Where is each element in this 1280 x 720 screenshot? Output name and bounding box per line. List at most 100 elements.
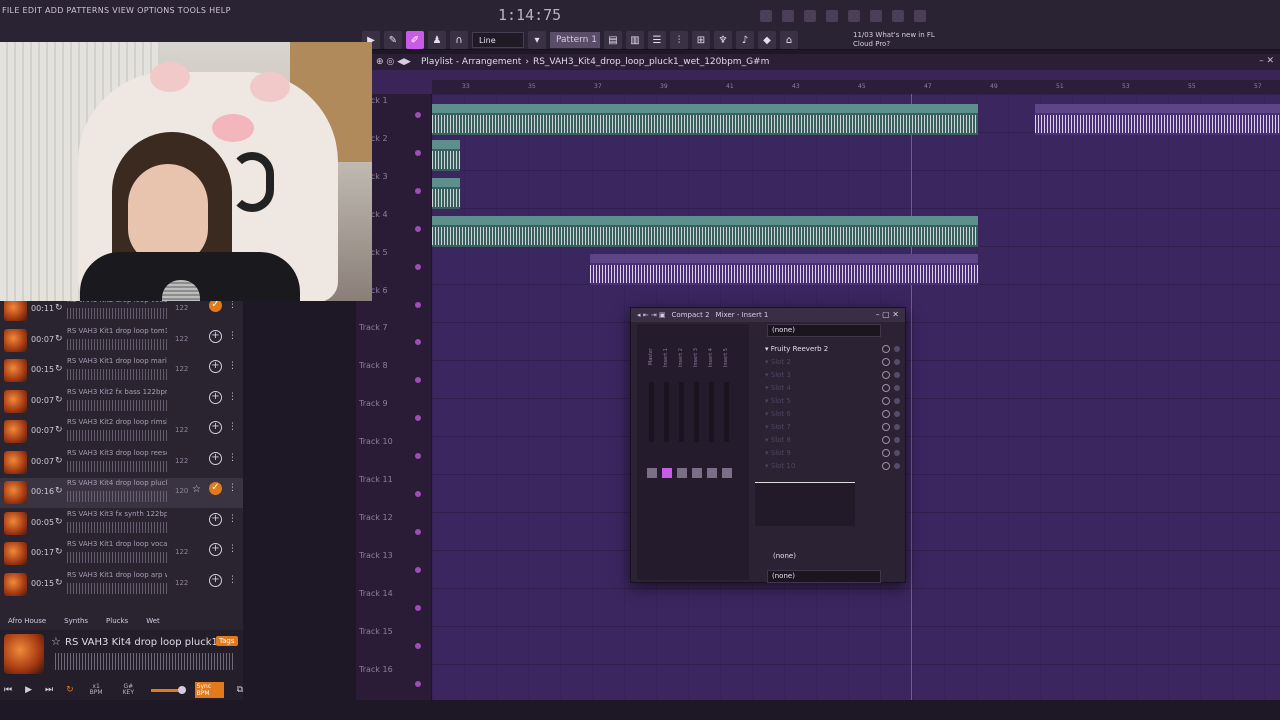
more-icon[interactable]: ⋮ (228, 514, 237, 524)
chevron-down-icon[interactable]: ▾ (765, 371, 769, 379)
audio-clip[interactable]: RS_VAH3_Kit3_dro_p_kick_122bpm_Fm RS_VAH… (432, 104, 978, 135)
volume-fader[interactable] (692, 468, 702, 478)
tag-plucks[interactable]: Plucks (106, 617, 128, 625)
track-mute-dot[interactable] (415, 491, 421, 497)
audio-clip[interactable]: RS_VAH3_Kit5_dro_k_wet_121bpm_Em RS_VAH3… (432, 216, 978, 247)
effect-slot[interactable]: ▾ Slot 9 (753, 447, 903, 460)
tags-button[interactable]: Tags (216, 636, 238, 646)
tag-wet[interactable]: Wet (146, 617, 160, 625)
effect-slot[interactable]: ▾ Slot 7 (753, 421, 903, 434)
more-icon[interactable]: ⋮ (228, 300, 237, 310)
chevron-down-icon[interactable]: ▾ (765, 410, 769, 418)
add-icon[interactable]: + (209, 512, 222, 526)
track-mute-dot[interactable] (415, 453, 421, 460)
effect-slot[interactable]: ▾ Slot 2 (753, 356, 903, 369)
track-mute-dot[interactable] (415, 339, 421, 346)
track-mute-dot[interactable] (415, 301, 421, 308)
track-mute-dot[interactable] (415, 112, 421, 118)
mix-knob-icon[interactable] (882, 345, 890, 353)
power-icon[interactable] (894, 346, 900, 352)
chevron-down-icon[interactable]: ▾ (765, 423, 769, 431)
power-icon[interactable] (894, 411, 900, 417)
mixer-menu-icon[interactable]: ◂ ⇤ ⇥ ▣ (637, 311, 666, 319)
add-icon[interactable]: + (209, 573, 222, 587)
output-dropdown[interactable]: (none) (767, 570, 881, 583)
mix-knob-icon[interactable] (882, 462, 890, 470)
track-label[interactable]: Track 13 (359, 551, 393, 560)
star-icon[interactable]: ☆ (51, 635, 61, 648)
check-icon[interactable]: ✓ (209, 482, 222, 495)
mix-knob-icon[interactable] (882, 371, 890, 379)
playlist-icon[interactable]: ▤ (604, 31, 622, 49)
add-icon[interactable]: + (209, 421, 222, 434)
volume-fader[interactable] (662, 468, 672, 478)
mix-knob-icon[interactable] (882, 384, 890, 392)
chevron-down-icon[interactable]: ▾ (765, 384, 769, 392)
mixer-title-bar[interactable]: ◂ ⇤ ⇥ ▣ Compact 2 Mixer - Insert 1 – ▢ ✕ (631, 308, 905, 322)
add-icon[interactable]: + (209, 451, 222, 465)
track-mute-dot[interactable] (415, 263, 421, 270)
mixer-strip[interactable]: Insert 1 (660, 338, 674, 578)
microphone-icon[interactable]: ♪ (736, 31, 754, 49)
track-label[interactable]: Track 9 (359, 399, 388, 408)
close-icon[interactable]: – ▢ ✕ (876, 310, 899, 319)
mix-knob-icon[interactable] (882, 410, 890, 418)
volume-fader[interactable] (707, 468, 717, 478)
effect-slot[interactable]: ▾ Slot 3 (753, 369, 903, 382)
tool-icon[interactable] (914, 10, 926, 22)
more-icon[interactable]: ⋮ (228, 392, 237, 402)
add-icon[interactable]: + (209, 543, 222, 556)
track-label[interactable]: Track 16 (359, 665, 393, 674)
tag-afro-house[interactable]: Afro House (8, 617, 46, 625)
sample-list-item[interactable]: 00:17↻ RS VAH3 Kit1 drop loop vocal bac..… (0, 539, 243, 569)
marketplace-icon[interactable]: ⌂ (780, 31, 798, 49)
skip-forward-icon[interactable]: ⏭ (45, 685, 53, 695)
power-icon[interactable] (894, 372, 900, 378)
effect-slot[interactable]: ▾ Slot 10 (753, 460, 903, 473)
eq-display[interactable] (755, 482, 855, 526)
sync-bpm-toggle[interactable]: Sync BPM (194, 682, 224, 698)
more-icon[interactable]: ⋮ (228, 453, 237, 463)
more-icon[interactable]: ⋮ (228, 422, 237, 432)
mixer-strip[interactable]: Insert 3 (690, 338, 704, 578)
tool-icon[interactable] (782, 10, 794, 22)
more-icon[interactable]: ⋮ (228, 361, 237, 371)
key-selector[interactable]: G# KEY (119, 684, 139, 696)
tool-icon[interactable] (870, 10, 882, 22)
mixer-strip[interactable]: Insert 5 (720, 338, 734, 578)
add-icon[interactable]: + (209, 329, 222, 343)
plugin-icon[interactable]: ♆ (714, 31, 732, 49)
power-icon[interactable] (894, 424, 900, 430)
window-controls[interactable]: – ✕ (1259, 56, 1274, 66)
volume-fader[interactable] (677, 468, 687, 478)
sample-list-item[interactable]: 00:07↻ RS VAH3 Kit2 drop loop rimshot2...… (0, 417, 243, 447)
chevron-down-icon[interactable]: ▾ (765, 462, 769, 470)
mix-knob-icon[interactable] (882, 423, 890, 431)
track-label[interactable]: Track 15 (359, 627, 393, 636)
pencil-icon[interactable]: ✎ (384, 31, 402, 49)
power-icon[interactable] (894, 359, 900, 365)
more-icon[interactable]: ⋮ (228, 331, 237, 341)
effect-slot[interactable]: ▾ Slot 4 (753, 382, 903, 395)
effect-slot[interactable]: ▾ Slot 6 (753, 408, 903, 421)
power-icon[interactable] (894, 450, 900, 456)
mixer-strip[interactable]: Master (645, 338, 659, 578)
track-mute-dot[interactable] (415, 528, 421, 535)
news-panel[interactable]: 11/03 What's new in FL Cloud Pro? (853, 31, 935, 49)
chevron-down-icon[interactable]: ▾ (528, 31, 546, 49)
sample-list-item[interactable]: 00:15↻ RS VAH3 Kit1 drop loop marimba... 1… (0, 356, 243, 386)
track-label[interactable]: Track 8 (359, 361, 388, 370)
track-label[interactable]: Track 10 (359, 437, 393, 446)
channel-rack-icon[interactable]: ☰ (648, 31, 666, 49)
track-mute-dot[interactable] (415, 377, 421, 384)
pattern-selector[interactable]: Pattern 1 (550, 32, 600, 48)
sample-list-item[interactable]: 00:16↻ RS VAH3 Kit4 drop loop pluck1 w...… (0, 478, 243, 508)
chevron-down-icon[interactable]: ▾ (765, 345, 769, 353)
skip-back-icon[interactable]: ⏮ (4, 685, 12, 695)
bpm-multiplier[interactable]: x1 BPM (87, 684, 106, 696)
track-mute-dot[interactable] (415, 680, 421, 687)
input-dropdown[interactable]: (none) (767, 324, 881, 337)
effect-slot[interactable]: ▾ Slot 8 (753, 434, 903, 447)
playhead[interactable] (911, 94, 912, 700)
sample-list-item[interactable]: 00:15↻ RS VAH3 Kit1 drop loop arp wet 1..… (0, 570, 243, 600)
